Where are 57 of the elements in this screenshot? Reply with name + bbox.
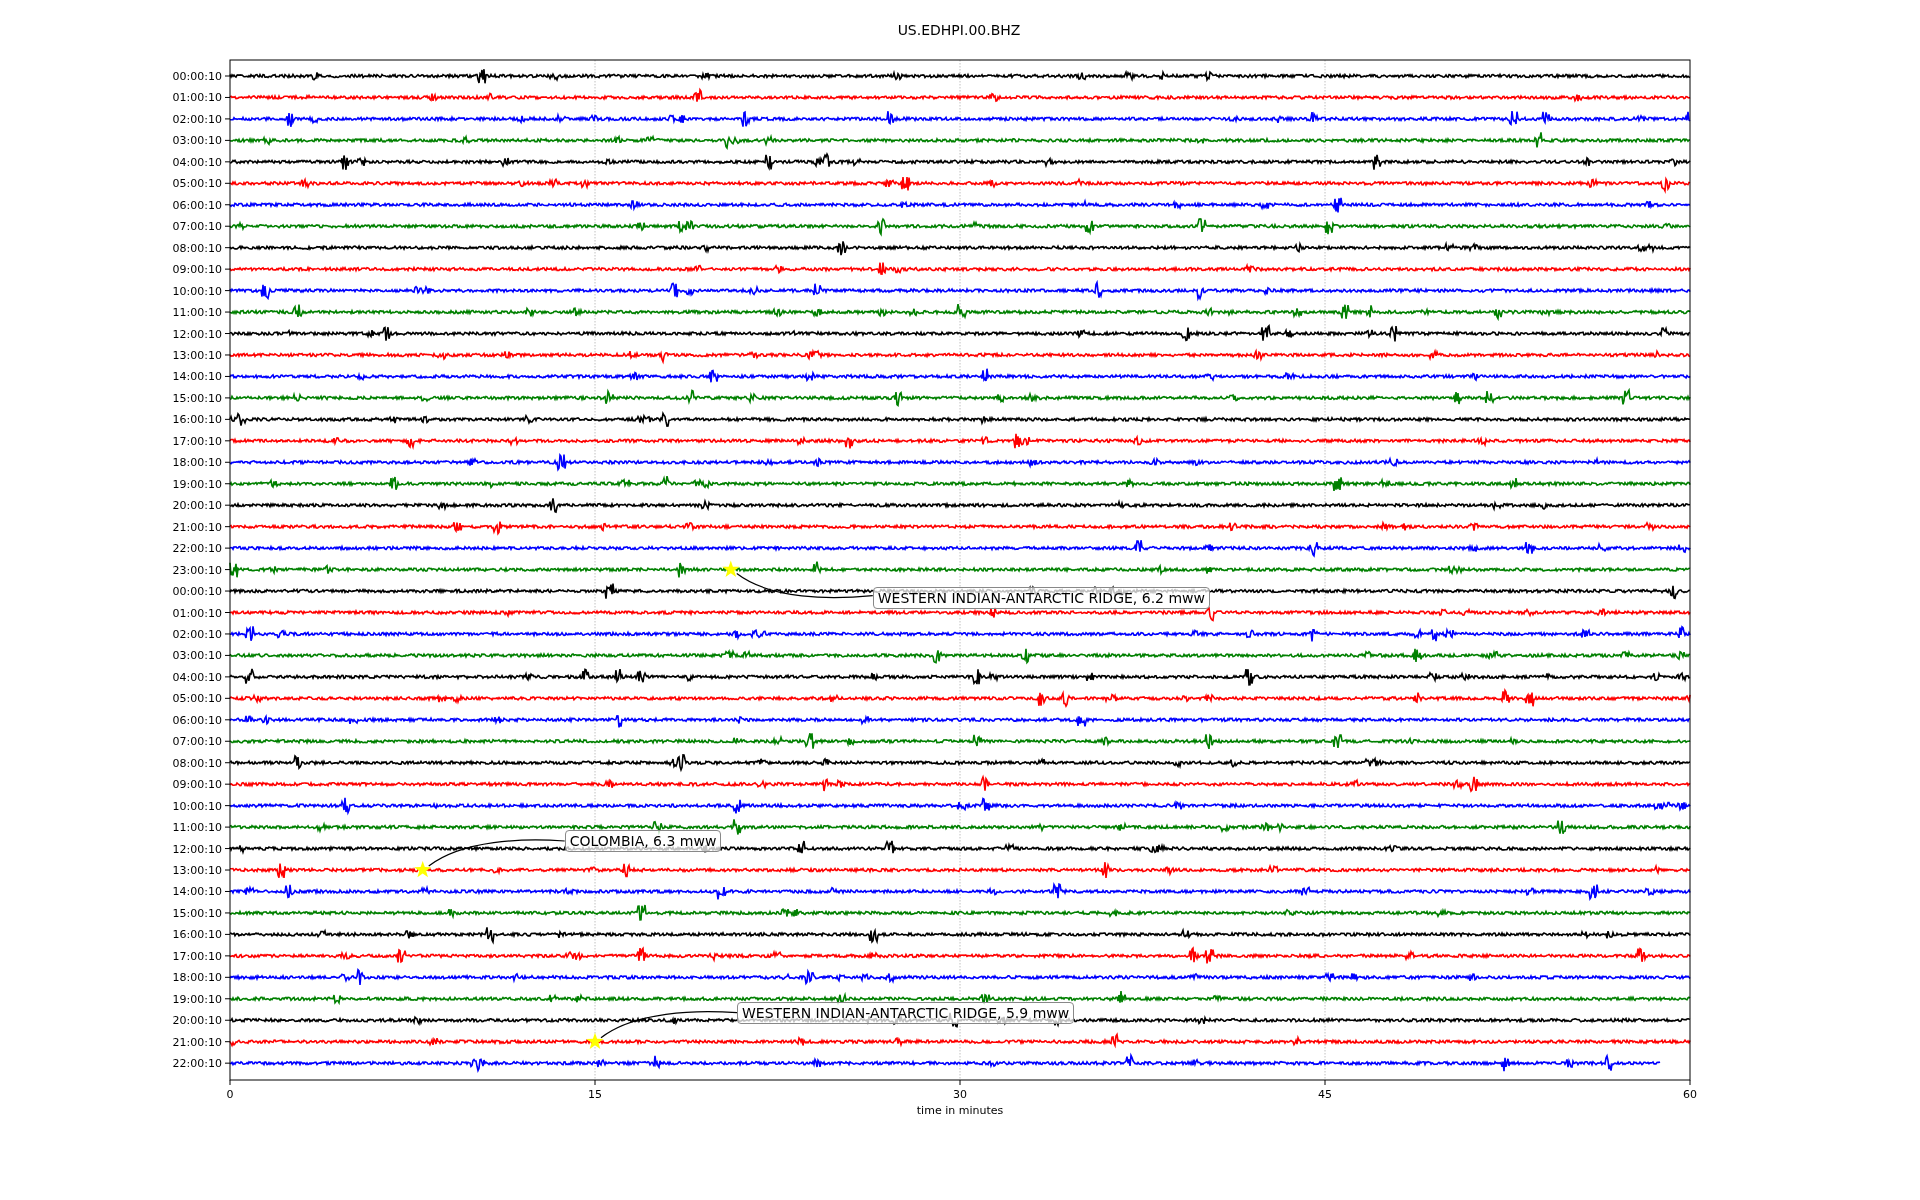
y-tick-label: 06:00:10 (172, 713, 222, 727)
y-tick-label: 21:00:10 (172, 520, 222, 534)
y-tick-label: 17:00:10 (172, 434, 222, 448)
y-tick-label: 03:00:10 (172, 649, 222, 663)
y-tick-label: 09:00:10 (172, 263, 222, 277)
y-tick-label: 00:00:10 (172, 585, 222, 599)
y-tick-label: 08:00:10 (172, 241, 222, 255)
y-tick-label: 02:00:10 (172, 112, 222, 126)
y-tick-label: 13:00:10 (172, 864, 222, 877)
y-tick-label: 09:00:10 (172, 778, 222, 792)
y-tick-label: 20:00:10 (172, 499, 222, 513)
y-tick-label: 08:00:10 (172, 756, 222, 770)
x-tick-label: 45 (1318, 1088, 1332, 1101)
x-tick-label: 0 (226, 1088, 234, 1101)
y-tick-label: 04:00:10 (172, 670, 222, 684)
y-tick-label: 18:00:10 (172, 971, 222, 985)
event-label: COLOMBIA, 6.3 mww (564, 830, 722, 852)
y-tick-label: 01:00:10 (172, 91, 222, 105)
x-axis-label: time in minutes (916, 1104, 1004, 1117)
y-tick-label: 22:00:10 (172, 542, 222, 556)
y-tick-label: 10:00:10 (172, 284, 222, 298)
y-tick-label: 16:00:10 (172, 928, 222, 942)
event-label: WESTERN INDIAN-ANTARCTIC RIDGE, 6.2 mww (872, 586, 1210, 609)
x-tick-label: 15 (588, 1088, 602, 1101)
y-tick-label: 12:00:10 (172, 842, 222, 856)
x-tick-label: 60 (1683, 1088, 1697, 1101)
x-tick-label: 30 (953, 1088, 967, 1101)
y-tick-label: 23:00:10 (172, 563, 222, 577)
y-tick-label: 01:00:10 (172, 606, 222, 620)
y-tick-label: 11:00:10 (172, 306, 222, 320)
y-tick-label: 14:00:10 (172, 370, 222, 384)
y-tick-label: 10:00:10 (172, 799, 222, 813)
y-tick-label: 02:00:10 (172, 627, 222, 641)
plot-title: US.EDHPI.00.BHZ (897, 22, 1021, 38)
y-tick-label: 11:00:10 (172, 821, 222, 835)
y-tick-label: 22:00:10 (172, 1057, 222, 1071)
y-tick-label: 17:00:10 (172, 949, 222, 963)
y-tick-label: 16:00:10 (172, 413, 222, 427)
y-tick-label: 19:00:10 (172, 477, 222, 491)
y-tick-label: 21:00:10 (172, 1035, 222, 1049)
y-tick-label: 19:00:10 (172, 992, 222, 1006)
y-tick-label: 05:00:10 (172, 177, 222, 191)
y-tick-label: 15:00:10 (172, 906, 222, 920)
y-tick-label: 20:00:10 (172, 1014, 222, 1028)
y-tick-label: 07:00:10 (172, 735, 222, 749)
event-label: WESTERN INDIAN-ANTARCTIC RIDGE, 5.9 mww (737, 1001, 1075, 1024)
y-tick-label: 06:00:10 (172, 198, 222, 212)
y-tick-label: 04:00:10 (172, 155, 222, 169)
y-tick-label: 13:00:10 (172, 349, 222, 362)
y-tick-label: 00:00:10 (172, 70, 222, 83)
y-tick-label: 12:00:10 (172, 327, 222, 341)
y-tick-label: 07:00:10 (172, 220, 222, 234)
y-tick-label: 18:00:10 (172, 456, 222, 470)
y-tick-label: 05:00:10 (172, 692, 222, 706)
y-tick-label: 03:00:10 (172, 134, 222, 148)
y-tick-label: 15:00:10 (172, 391, 222, 405)
y-tick-label: 14:00:10 (172, 885, 222, 899)
